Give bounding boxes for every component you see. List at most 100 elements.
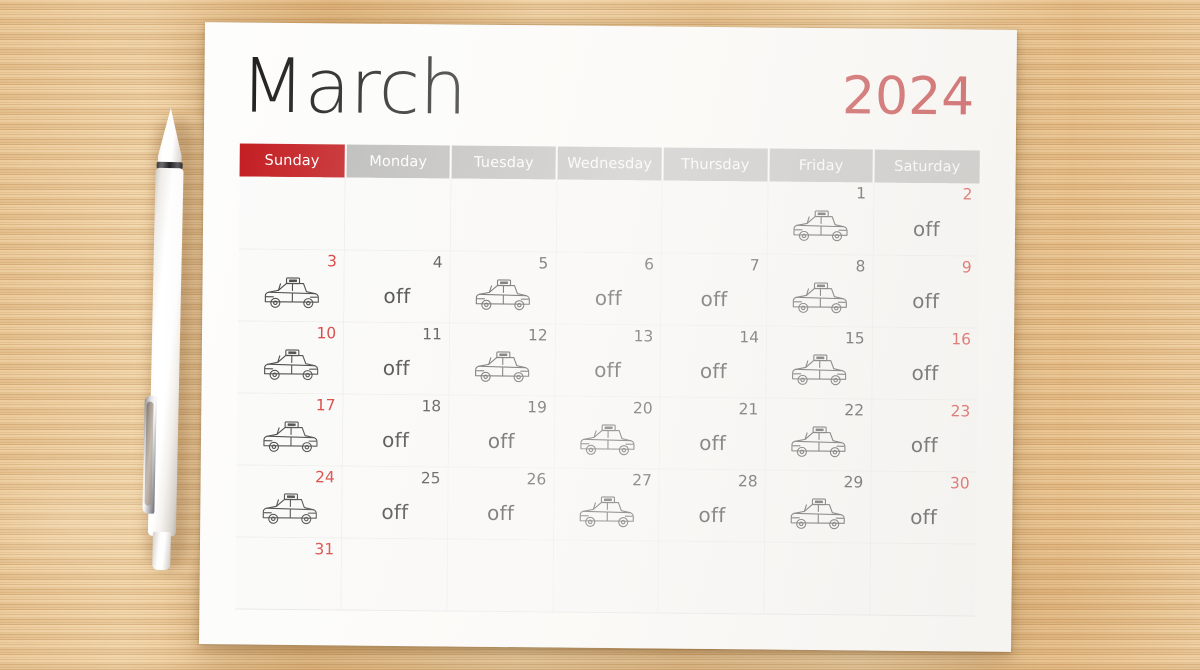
calendar-day-cell[interactable]: 16 off [871,326,979,400]
calendar-empty-cell [763,541,871,615]
calendar-day-cell[interactable]: 17 [236,392,344,466]
off-label: off [381,427,410,453]
day-number: 7 [749,255,760,274]
off-label: off [487,428,515,454]
day-cell-content: off [344,272,449,320]
calendar-empty-cell [555,179,663,253]
weekday-header-friday: Friday [768,148,875,183]
day-number: 16 [951,329,972,348]
day-cell-content [342,560,447,608]
calendar-day-cell[interactable]: 27 [553,467,660,541]
day-cell-content: off [343,416,448,464]
day-cell-content [553,562,658,610]
day-cell-content [767,276,872,324]
day-number: 31 [314,539,335,558]
day-cell-content: off [871,421,977,469]
day-number: 9 [961,257,972,276]
calendar-day-cell[interactable]: 10 [237,320,344,394]
day-number: 20 [632,398,653,417]
weekday-header-sunday: Sunday [239,143,346,178]
day-cell-content [765,492,870,540]
taxi-cab-icon [789,209,851,246]
calendar-empty-cell [341,537,448,611]
calendar-day-cell[interactable]: 14 off [660,324,767,398]
month-title: March [239,41,467,132]
taxi-cab-icon [258,493,320,530]
day-number: 6 [644,254,655,273]
calendar-empty-cell [238,176,346,250]
day-cell-content: off [660,419,765,467]
calendar-day-cell[interactable]: 3 [238,248,345,322]
taxi-cab-icon [576,424,638,461]
calendar-day-cell[interactable]: 19 off [448,394,555,468]
off-label: off [912,288,940,314]
day-number: 12 [527,325,548,344]
calendar-day-cell[interactable]: 1 [767,181,874,255]
calendar-day-cell[interactable]: 6 off [555,251,662,325]
calendar-day-cell[interactable]: 25 off [341,465,449,539]
calendar-day-cell[interactable]: 15 [765,325,873,399]
calendar-day-cell[interactable]: 31 [235,536,342,610]
day-cell-content: off [555,346,660,394]
calendar-day-cell[interactable]: 18 off [342,393,449,467]
calendar-day-cell[interactable]: 5 [449,250,556,324]
calendar-day-cell[interactable]: 21 off [659,396,766,470]
off-label: off [910,504,938,530]
day-number: 18 [421,396,442,415]
day-cell-content [451,200,556,249]
day-cell-content: off [449,417,554,465]
calendar-week-row: 1 2 off [238,176,980,256]
day-cell-content [238,271,344,319]
day-cell-content [766,420,871,468]
calendar-week-row: 24 25 off 26 off 27 28 off 29 30 off [236,464,977,544]
day-cell-content [766,348,871,396]
calendar-week-row: 17 18 off 19 off 20 21 off 22 23 off [236,392,978,472]
calendar-day-cell[interactable]: 11 off [343,321,450,395]
day-number: 3 [326,251,338,270]
day-cell-content [662,203,767,252]
taxi-cab-icon [259,349,321,386]
calendar-day-cell[interactable]: 20 [553,395,661,469]
day-cell-content [554,418,659,466]
calendar-day-cell[interactable]: 22 [765,397,872,471]
day-cell-content: off [556,274,661,322]
taxi-cab-icon [787,426,849,463]
calendar-paper-sheet[interactable]: March 2024 Sunday Monday Tuesday Wednesday T… [199,22,1017,652]
off-label: off [911,360,939,386]
day-cell-content: off [659,491,764,539]
day-cell-content [450,273,555,321]
day-number: 13 [633,326,654,345]
off-label: off [699,358,727,384]
day-cell-content: off [874,205,980,254]
off-label: off [912,216,940,241]
calendar-day-cell[interactable]: 8 [766,253,874,327]
day-cell-content [237,343,343,391]
weekday-header-monday: Monday [345,144,452,179]
taxi-cab-icon [786,498,848,535]
calendar-day-cell[interactable]: 4 off [343,249,451,323]
off-label: off [594,285,622,311]
calendar-week-row: 10 11 off 12 13 off 14 off 15 16 off [237,320,979,400]
day-cell-content: off [342,488,447,536]
off-label: off [699,430,727,456]
calendar-day-cell[interactable]: 12 [448,322,556,396]
calendar-day-cell[interactable]: 23 off [870,398,978,472]
day-number: 26 [526,469,547,488]
calendar-day-cell[interactable]: 2 off [873,182,980,256]
calendar-empty-cell [552,539,659,613]
calendar-day-cell[interactable]: 9 off [872,254,979,328]
calendar-day-cell[interactable]: 30 off [870,470,977,544]
calendar-day-cell[interactable]: 7 off [660,252,768,326]
calendar-day-cell[interactable]: 29 [764,469,871,543]
day-number: 28 [737,471,758,490]
calendar-day-cell[interactable]: 24 [236,464,343,538]
day-number: 23 [950,401,971,420]
taxi-cab-icon [471,351,533,388]
day-cell-content [764,564,869,612]
off-label: off [698,502,726,528]
calendar-day-cell[interactable]: 26 off [447,466,554,540]
calendar-day-cell[interactable]: 13 off [554,323,661,397]
day-number: 30 [949,473,970,492]
day-number: 4 [432,252,443,271]
calendar-day-cell[interactable]: 28 off [658,468,766,542]
